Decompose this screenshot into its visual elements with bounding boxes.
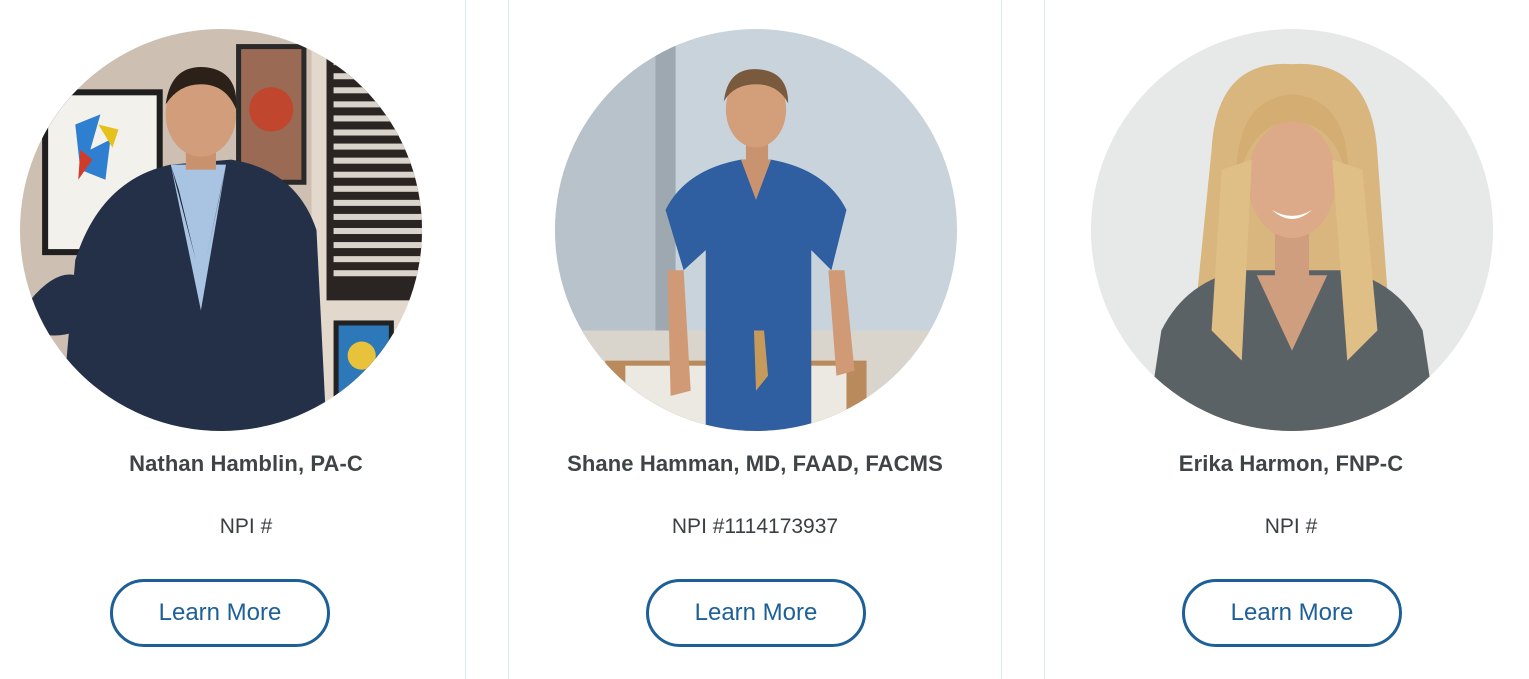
provider-name: Shane Hamman, MD, FAAD, FACMS xyxy=(567,451,943,476)
provider-photo xyxy=(555,29,957,431)
provider-grid: Nathan Hamblin, PA-C NPI # Learn More Sh… xyxy=(0,0,1529,679)
provider-npi: NPI # xyxy=(1264,515,1318,538)
provider-photo xyxy=(1091,29,1493,431)
provider-card: Nathan Hamblin, PA-C NPI # Learn More xyxy=(0,0,466,679)
provider-name: Erika Harmon, FNP-C xyxy=(1178,451,1404,476)
learn-more-button[interactable]: Learn More xyxy=(110,579,330,647)
provider-photo xyxy=(20,29,422,431)
provider-npi: NPI # xyxy=(219,515,273,538)
learn-more-button[interactable]: Learn More xyxy=(646,579,866,647)
provider-name: Nathan Hamblin, PA-C xyxy=(129,451,363,476)
provider-npi: NPI #1114173937 xyxy=(671,515,839,538)
provider-card: Erika Harmon, FNP-C NPI # Learn More xyxy=(1044,0,1529,679)
provider-card: Shane Hamman, MD, FAAD, FACMS NPI #11141… xyxy=(508,0,1002,679)
learn-more-button[interactable]: Learn More xyxy=(1182,579,1402,647)
